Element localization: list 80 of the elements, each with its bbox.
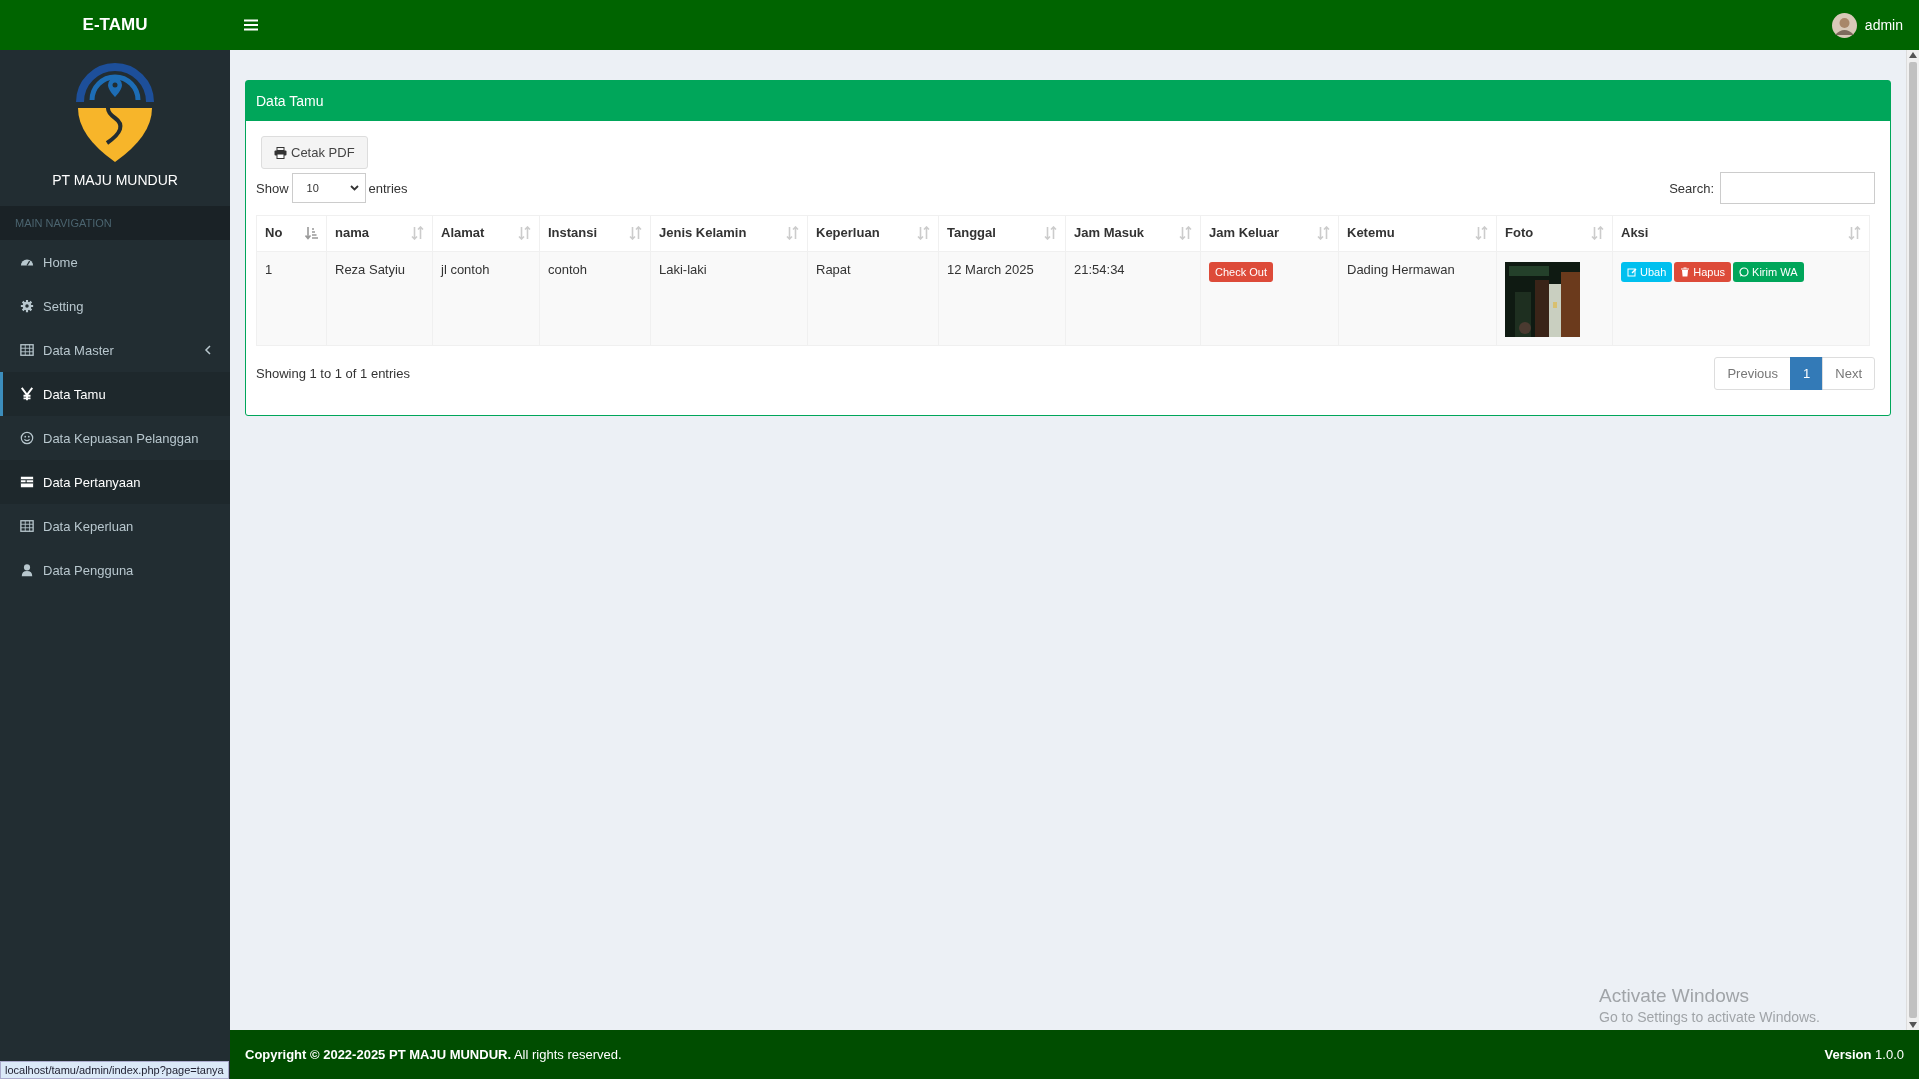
table-cell: contoh [539, 251, 651, 346]
table-cell: Rapat [807, 251, 939, 346]
sort-icon [411, 225, 424, 240]
chat-icon [1739, 267, 1750, 277]
sort-icon [1317, 225, 1330, 240]
activation-title: Activate Windows [1599, 985, 1750, 1007]
check-out-button[interactable]: Check Out [1209, 262, 1273, 282]
page-button[interactable]: Next [1822, 357, 1875, 390]
nav-item[interactable]: Data Master [0, 328, 230, 372]
scroll-down-icon[interactable] [1909, 1022, 1917, 1028]
nav-item[interactable]: Data Pertanyaan [0, 460, 230, 504]
table-icon [20, 519, 34, 533]
nav-item[interactable]: Data Kepuasan Pelanggan [0, 416, 230, 460]
column-header[interactable]: Keperluan [807, 215, 939, 252]
column-header[interactable]: nama [326, 215, 433, 252]
column-header[interactable]: Jam Masuk [1065, 215, 1201, 252]
page-button[interactable]: Previous [1714, 357, 1792, 390]
nav-item[interactable]: Data Tamu [0, 372, 230, 416]
nav-item[interactable]: Home [0, 240, 230, 284]
column-header[interactable]: Alamat [432, 215, 540, 252]
column-header[interactable]: Foto [1496, 215, 1613, 252]
show-label: Show [256, 180, 289, 196]
table-info: Showing 1 to 1 of 1 entries [256, 366, 410, 381]
printer-icon [274, 146, 287, 159]
card-title: Data Tamu [246, 81, 1890, 121]
page-size-select[interactable]: 10 [291, 173, 366, 203]
page-button[interactable]: 1 [1790, 357, 1824, 390]
nav-item[interactable]: Data Keperluan [0, 504, 230, 548]
column-header[interactable]: Instansi [539, 215, 651, 252]
scrollbar[interactable] [1906, 50, 1919, 1030]
scroll-up-icon[interactable] [1909, 52, 1917, 58]
nav-section-label: MAIN NAVIGATION [0, 206, 230, 240]
list-icon [20, 475, 34, 489]
gear-icon [20, 299, 34, 313]
sort-icon [1475, 225, 1488, 240]
smile-icon [20, 431, 34, 445]
sort-icon [629, 225, 642, 240]
sort-icon [917, 225, 930, 240]
activation-hint: Go to Settings to activate Windows. [1599, 1009, 1820, 1025]
sort-icon [1179, 225, 1192, 240]
table-cell: 1 [256, 251, 327, 346]
table-cell: jl contoh [432, 251, 540, 346]
column-header[interactable]: Aksi [1612, 215, 1870, 252]
user-name[interactable]: admin [1864, 17, 1903, 33]
table-cell: Reza Satyiu [326, 251, 433, 346]
sort-icon [1044, 225, 1057, 240]
delete-button[interactable]: Hapus [1674, 262, 1732, 282]
app-brand[interactable]: E-TAMU [0, 0, 230, 50]
table-cell: Dading Hermawan [1338, 251, 1497, 346]
version-text: Version 1.0.0 [1824, 1047, 1904, 1062]
avatar-icon[interactable] [1831, 12, 1857, 38]
entries-label: entries [368, 180, 408, 196]
column-header[interactable]: Jenis Kelamin [650, 215, 808, 252]
search-field[interactable] [1720, 172, 1875, 204]
column-header[interactable]: Jam Keluar [1200, 215, 1339, 252]
sort-icon [1591, 225, 1604, 240]
sort-icon [1848, 225, 1861, 240]
column-header[interactable]: Ketemu [1338, 215, 1497, 252]
print-button[interactable]: Cetak PDF [261, 136, 368, 169]
table-icon [20, 343, 34, 357]
nav-item[interactable]: Data Pengguna [0, 548, 230, 592]
column-header[interactable]: Tanggal [938, 215, 1066, 252]
copyright-text: Copyright © 2022-2025 PT MAJU MUNDUR. All rights reserved. [245, 1047, 622, 1062]
table-cell: Laki-laki [650, 251, 808, 346]
edit-icon [1627, 267, 1637, 277]
sort-ascending-icon [305, 225, 318, 240]
user-icon [20, 563, 34, 577]
table-cell: 21:54:34 [1065, 251, 1201, 346]
sort-icon [786, 225, 799, 240]
column-header[interactable]: No [256, 215, 327, 252]
status-url: localhost/tamu/admin/index.php?page=tanya [0, 1061, 229, 1079]
company-name: PT MAJU MUNDUR [52, 172, 178, 188]
menu-icon[interactable] [244, 19, 258, 31]
trash-icon [1680, 267, 1691, 277]
table-cell: 12 March 2025 [938, 251, 1066, 346]
sort-icon [518, 225, 531, 240]
nav-item[interactable]: Setting [0, 284, 230, 328]
search-label: Search: [1669, 180, 1714, 196]
yen-icon [20, 387, 34, 401]
caret-icon [349, 185, 359, 191]
